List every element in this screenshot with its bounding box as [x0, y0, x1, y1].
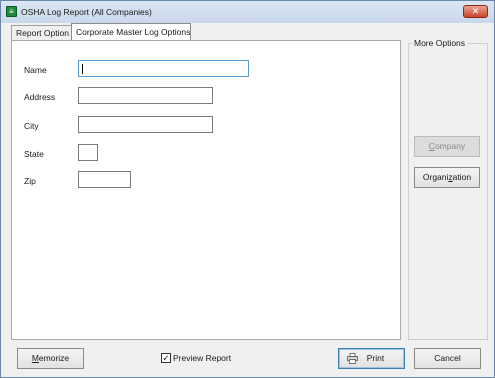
memorize-label-post: emorize [38, 353, 70, 363]
tab-corporate-label: Corporate Master Log Options [76, 27, 191, 37]
company-button[interactable]: Company [414, 136, 480, 157]
name-label: Name [24, 65, 47, 75]
print-button[interactable]: Print [338, 348, 405, 369]
preview-report-label[interactable]: Preview Report [173, 353, 231, 363]
printer-icon [347, 353, 358, 364]
city-field[interactable] [78, 116, 213, 133]
preview-report-checkbox[interactable]: ✓ [161, 353, 171, 363]
zip-label: Zip [24, 176, 36, 186]
company-label-post: ompany [434, 141, 466, 151]
organization-label-post: ation [452, 172, 472, 182]
organization-label-pre: Organi [422, 172, 449, 182]
print-label: Print [366, 353, 385, 363]
state-label: State [24, 149, 44, 159]
app-icon: ≡ [6, 6, 17, 17]
tab-corporate-master-log-options[interactable]: Corporate Master Log Options [71, 23, 191, 41]
more-options-title: More Options [412, 38, 468, 48]
tab-report-options[interactable]: Report Option [11, 25, 75, 41]
osha-log-report-window: ≡ OSHA Log Report (All Companies) ✕ Repo… [0, 0, 495, 378]
tab-report-options-label: Report Option [16, 28, 69, 38]
cancel-label: Cancel [434, 353, 461, 363]
memorize-button[interactable]: Memorize [17, 348, 84, 369]
zip-field[interactable] [78, 171, 131, 188]
close-window-button[interactable]: ✕ [463, 5, 488, 18]
check-icon: ✓ [162, 353, 170, 363]
more-options-group [408, 43, 488, 340]
address-field[interactable] [78, 87, 213, 104]
cancel-button[interactable]: Cancel [414, 348, 481, 369]
corporate-options-panel [11, 40, 401, 340]
state-field[interactable] [78, 144, 98, 161]
text-caret [82, 64, 83, 74]
title-bar[interactable]: ≡ OSHA Log Report (All Companies) ✕ [1, 1, 494, 23]
city-label: City [24, 121, 39, 131]
name-field[interactable] [78, 60, 249, 77]
organization-button[interactable]: Organization [414, 167, 480, 188]
address-label: Address [24, 92, 56, 102]
window-title: OSHA Log Report (All Companies) [21, 7, 152, 17]
memorize-label-accel: M [31, 353, 39, 363]
